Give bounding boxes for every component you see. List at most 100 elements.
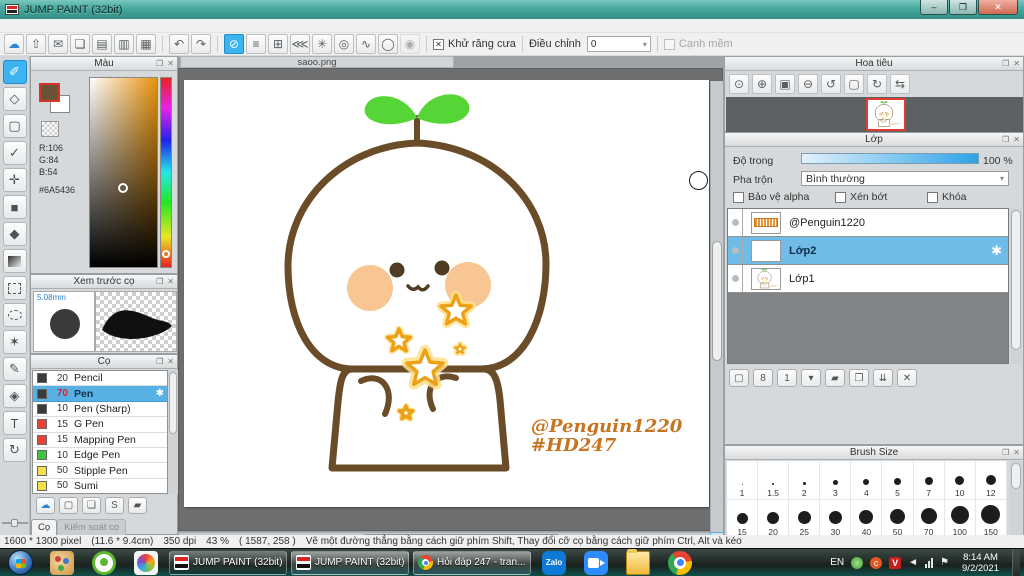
- minimize-button[interactable]: –: [920, 0, 948, 15]
- brush-size-cell[interactable]: 30: [820, 500, 852, 539]
- paint-app-icon[interactable]: [50, 550, 74, 575]
- shape-brush-tool[interactable]: ▢: [2, 114, 27, 138]
- brush-size-cell[interactable]: 70: [913, 500, 945, 539]
- coccoc-browser-icon[interactable]: [92, 550, 116, 575]
- close-icon[interactable]: ✕: [167, 355, 174, 369]
- Stipple Pen[interactable]: 50 Stipple Pen ✱: [33, 463, 167, 479]
- detach-panel-icon[interactable]: ❐: [1002, 446, 1009, 460]
- canvas-vertical-scrollbar[interactable]: [710, 81, 723, 532]
- rotate-right-button[interactable]: ↻: [867, 74, 887, 94]
- chrome-app-icon[interactable]: [668, 550, 692, 575]
- comment-panel-icon[interactable]: ❏: [70, 34, 90, 54]
- antialias-checkbox[interactable]: ✕ Khử răng cưa: [433, 38, 516, 50]
- select-eraser-tool[interactable]: ◈: [2, 384, 27, 408]
- zoom-app-icon[interactable]: [584, 550, 608, 575]
- snap-off-icon[interactable]: ⊘: [224, 34, 244, 54]
- snap-vanishing-icon[interactable]: ⋘: [290, 34, 310, 54]
- slider-knob[interactable]: [11, 519, 18, 527]
- brush-size-cell[interactable]: 5: [882, 461, 914, 500]
- delete-layer-button[interactable]: ✕: [897, 369, 917, 387]
- antivirus-tray-icon[interactable]: [851, 556, 864, 569]
- taskbar-clock[interactable]: 8:14 AM 9/2/2021: [956, 552, 1005, 574]
- @Penguin1220[interactable]: @Penguin1220 ✱: [728, 209, 1008, 237]
- G Pen[interactable]: 15 G Pen ✱: [33, 417, 167, 433]
- medibang-app-icon[interactable]: [134, 550, 158, 575]
- blend-mode-dropdown[interactable]: Bình thường ▾: [801, 171, 1009, 186]
- move-tool[interactable]: ✛: [2, 168, 27, 192]
- rotate-left-button[interactable]: ↺: [821, 74, 841, 94]
- document-icon[interactable]: ▤: [92, 34, 112, 54]
- detach-panel-icon[interactable]: ❐: [1002, 57, 1009, 71]
- brush-tool[interactable]: ✐: [2, 60, 27, 84]
- merge-layer-button[interactable]: ⇊: [873, 369, 893, 387]
- brush-list-scrollbar[interactable]: [168, 370, 178, 494]
- drawing-canvas[interactable]: @Penguin1220 #HD247: [184, 80, 709, 507]
- tray-app-icon[interactable]: c: [870, 556, 883, 569]
- undo-button[interactable]: ↶: [169, 34, 189, 54]
- brush-size-cell[interactable]: 12: [975, 461, 1007, 500]
- close-icon[interactable]: ✕: [167, 57, 174, 71]
- add-brush-menu-button[interactable]: ❏: [82, 497, 101, 514]
- brush-size-cell[interactable]: 4: [851, 461, 883, 500]
- Mapping Pen[interactable]: 15 Mapping Pen ✱: [33, 433, 167, 448]
- brush-size-cell[interactable]: 50: [882, 500, 914, 539]
- comment-icon[interactable]: ✉: [48, 34, 68, 54]
- foreground-color-swatch[interactable]: [39, 83, 60, 102]
- cloud-icon[interactable]: ☁: [4, 34, 24, 54]
- add-brush-button[interactable]: ▢: [59, 497, 78, 514]
- brush-script-button[interactable]: S: [105, 497, 124, 514]
- detach-panel-icon[interactable]: ❐: [1002, 133, 1009, 147]
- navigator-thumbnail[interactable]: [866, 98, 906, 131]
- lock-checkbox[interactable]: Khóa: [927, 191, 967, 203]
- transparent-color-swatch[interactable]: [41, 121, 59, 137]
- text-tool[interactable]: T: [2, 411, 27, 435]
- Pen[interactable]: 70 Pen ✱: [33, 386, 167, 402]
- snap-cross-icon[interactable]: ✳: [312, 34, 332, 54]
- detach-panel-icon[interactable]: ❐: [156, 57, 163, 71]
- Lớp2[interactable]: Lớp2 ✱: [728, 237, 1008, 265]
- fit-screen-button[interactable]: ▣: [775, 74, 795, 94]
- Pen (Sharp)[interactable]: 10 Pen (Sharp) ✱: [33, 402, 167, 418]
- taskbar-window-button[interactable]: JUMP PAINT (32bit): [169, 550, 287, 575]
- document-tab[interactable]: saoo.png: [180, 56, 454, 68]
- adjust-dropdown[interactable]: 0 ▾: [586, 36, 651, 52]
- layer-visibility-toggle[interactable]: [728, 237, 743, 264]
- layer-folder-button[interactable]: ▰: [825, 369, 845, 387]
- gradient-tool[interactable]: [2, 249, 27, 273]
- brush-cloud-download-button[interactable]: ☁: [36, 497, 55, 514]
- brush-size-cell[interactable]: 1.5: [758, 461, 790, 500]
- lasso-tool[interactable]: [2, 303, 27, 327]
- material-list-icon[interactable]: ▥: [114, 34, 134, 54]
- brush-size-cell[interactable]: 150: [975, 500, 1007, 539]
- brush-size-cell[interactable]: 20: [758, 500, 790, 539]
- tab-brush[interactable]: Cọ: [31, 519, 58, 535]
- reset-rotation-button[interactable]: ▢: [844, 74, 864, 94]
- add-8bit-layer-button[interactable]: 8: [753, 369, 773, 387]
- snap-curve-icon[interactable]: ∿: [356, 34, 376, 54]
- tool-size-slider[interactable]: [2, 519, 28, 527]
- action-center-icon[interactable]: ⚑: [940, 557, 949, 569]
- brush-size-cell[interactable]: 15: [727, 500, 759, 539]
- zalo-app-icon[interactable]: Zalo: [542, 550, 566, 575]
- select-fill-tool[interactable]: ■: [2, 195, 27, 219]
- control-point-tool[interactable]: ✓: [2, 141, 27, 165]
- brush-size-cell[interactable]: 100: [944, 500, 976, 539]
- close-icon[interactable]: ✕: [1013, 57, 1020, 71]
- close-button[interactable]: ✕: [978, 0, 1018, 15]
- tab-brush-control[interactable]: Kiểm soát cọ: [57, 519, 127, 535]
- network-icon[interactable]: [925, 557, 934, 568]
- detach-panel-icon[interactable]: ❐: [156, 275, 163, 289]
- brush-size-cell[interactable]: 2: [789, 461, 821, 500]
- snap-ellipse-icon[interactable]: ◯: [378, 34, 398, 54]
- brush-size-cell[interactable]: 25: [789, 500, 821, 539]
- vietkey-tray-icon[interactable]: V: [889, 556, 902, 569]
- add-layer-button[interactable]: ▢: [729, 369, 749, 387]
- flip-button[interactable]: ⇆: [890, 74, 910, 94]
- taskbar-window-button[interactable]: JUMP PAINT (32bit): [291, 550, 409, 575]
- paint-bucket-tool[interactable]: ◆: [2, 222, 27, 246]
- brush-size-cell[interactable]: 10: [944, 461, 976, 500]
- Pencil[interactable]: 20 Pencil ✱: [33, 371, 167, 387]
- brush-folder-button[interactable]: ▰: [128, 497, 147, 514]
- volume-icon[interactable]: ◄: [908, 557, 918, 569]
- close-icon[interactable]: ✕: [1013, 133, 1020, 147]
